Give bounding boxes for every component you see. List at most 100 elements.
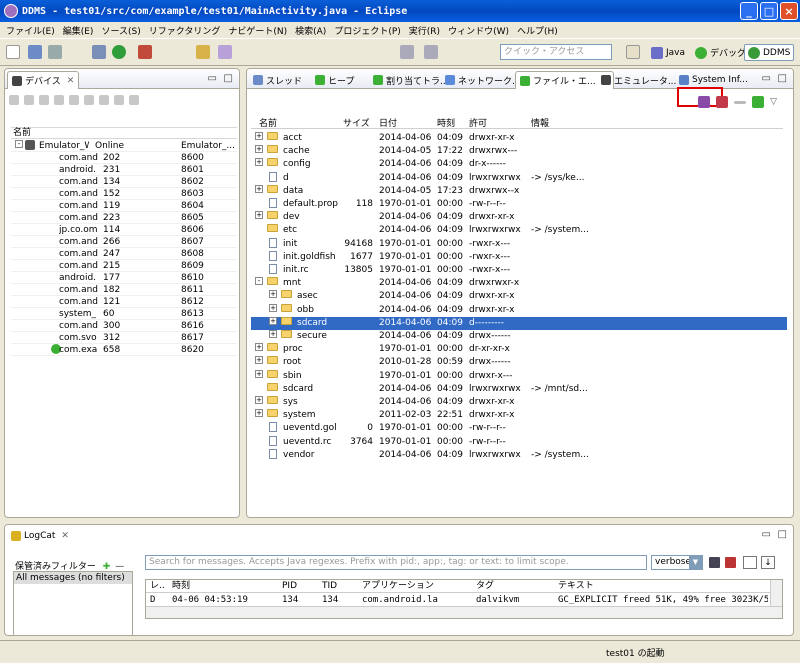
process-row[interactable]: jp.co.om 114 8606: [11, 224, 237, 236]
folder-row[interactable]: + sdcard 2014-04-06 04:09 d---------: [251, 316, 787, 330]
cause-gc-icon[interactable]: [54, 95, 64, 105]
folder-row[interactable]: + proc 1970-01-01 00:00 dr-xr-xr-x: [251, 343, 787, 356]
logcat-row[interactable]: D 04-06 04:53:19 134 134 com.android.la …: [146, 594, 770, 606]
expand-icon[interactable]: +: [255, 369, 263, 378]
folder-row[interactable]: sdcard 2014-04-06 04:09 lrwxrwxrwx -> /mnt/s…: [251, 382, 787, 396]
column-header-info[interactable]: 情報: [531, 116, 549, 129]
dump-hprof-icon[interactable]: [39, 95, 49, 105]
column-header-application[interactable]: アプリケーション: [362, 580, 434, 592]
maximize-panel-icon[interactable]: □: [778, 73, 787, 84]
log-level-select[interactable]: verbose ▼: [651, 555, 703, 570]
process-row[interactable]: com.and 119 8604: [11, 200, 237, 212]
push-file-icon[interactable]: [716, 96, 729, 108]
close-button[interactable]: ×: [780, 2, 798, 20]
menu-item-7[interactable]: 実行(R): [405, 24, 444, 37]
pull-file-icon[interactable]: [698, 96, 711, 108]
process-row[interactable]: android. 177 8610: [11, 272, 237, 284]
minimize-panel-icon[interactable]: ▭: [208, 73, 217, 84]
expand-icon[interactable]: +: [269, 303, 277, 312]
menu-item-5[interactable]: 検索(A): [291, 24, 330, 37]
minimize-button[interactable]: _: [740, 2, 758, 20]
folder-row[interactable]: + system 2011-02-03 22:51 drwxr-xr-x: [251, 409, 787, 422]
debug-icon[interactable]: [92, 45, 106, 59]
process-row[interactable]: com.and 247 8608: [11, 248, 237, 260]
folder-row[interactable]: + config 2014-04-06 04:09 dr-x------: [251, 158, 787, 171]
column-header-text[interactable]: テキスト: [558, 580, 594, 592]
filter-all-messages[interactable]: All messages (no filters): [14, 572, 132, 584]
process-row[interactable]: com.svo 312 8617: [11, 332, 237, 344]
maximize-button[interactable]: □: [760, 2, 778, 20]
column-header-pid[interactable]: PID: [282, 580, 297, 592]
scroll-lock-icon[interactable]: ↓: [761, 556, 775, 569]
file-row[interactable]: init.rc 13805 1970-01-01 00:00 -rwxr-x---: [251, 264, 787, 277]
folder-row[interactable]: - mnt 2014-04-06 04:09 drwxrwxr-x: [251, 277, 787, 290]
tab-3[interactable]: ネットワーク...: [441, 71, 525, 89]
file-row[interactable]: init 94168 1970-01-01 00:00 -rwxr-x---: [251, 237, 787, 251]
tab-1[interactable]: ヒープ: [311, 71, 358, 89]
device-row[interactable]: - Emulator_W Online Emulator_...: [11, 140, 237, 152]
process-row[interactable]: com.and 300 8616: [11, 320, 237, 332]
clear-log-icon[interactable]: [725, 557, 736, 568]
close-icon[interactable]: ✕: [67, 76, 75, 86]
delete-icon[interactable]: [734, 100, 747, 104]
column-header-time[interactable]: 時刻: [172, 580, 190, 592]
menu-item-0[interactable]: ファイル(E): [2, 24, 59, 37]
toggle-filter-panel-icon[interactable]: [743, 556, 757, 569]
back-icon[interactable]: [400, 45, 414, 59]
expand-icon[interactable]: +: [269, 316, 277, 325]
expand-icon[interactable]: +: [255, 396, 263, 404]
process-row[interactable]: com.exa 658 8620: [11, 344, 237, 356]
logcat-horizontal-scrollbar[interactable]: [146, 606, 782, 618]
folder-row[interactable]: + root 2010-01-28 00:59 drwx------: [251, 356, 787, 369]
process-row[interactable]: com.and 121 8612: [11, 296, 237, 308]
stop-process-icon[interactable]: [99, 95, 109, 105]
close-icon[interactable]: ✕: [61, 531, 69, 541]
column-header-tag[interactable]: タグ: [476, 580, 494, 592]
maximize-panel-icon[interactable]: □: [778, 529, 787, 540]
column-header-size[interactable]: サイズ: [343, 116, 370, 129]
tab-devices[interactable]: デバイス ✕: [7, 71, 80, 89]
perspective-ddms[interactable]: DDMS: [744, 44, 795, 61]
folder-row[interactable]: + sys 2014-04-06 04:09 drwxr-xr-x: [251, 396, 787, 409]
expand-icon[interactable]: +: [255, 409, 263, 418]
process-row[interactable]: com.and 266 8607: [11, 236, 237, 248]
collapse-icon[interactable]: -: [15, 140, 23, 148]
menu-item-8[interactable]: ウィンドウ(W): [444, 24, 513, 37]
process-row[interactable]: com.and 134 8602: [11, 176, 237, 188]
tab-logcat[interactable]: LogCat ✕: [7, 527, 73, 545]
folder-row[interactable]: + sbin 1970-01-01 00:00 drwxr-x---: [251, 369, 787, 383]
process-row[interactable]: android. 231 8601: [11, 164, 237, 176]
logcat-vertical-scrollbar[interactable]: [770, 580, 782, 608]
perspective-java[interactable]: Java: [648, 44, 688, 61]
menu-item-3[interactable]: リファクタリング: [145, 24, 225, 37]
update-threads-icon[interactable]: [69, 95, 79, 105]
expand-icon[interactable]: +: [255, 158, 263, 167]
column-header-name[interactable]: 名前: [259, 116, 277, 129]
menu-item-9[interactable]: ヘルプ(H): [513, 24, 562, 37]
process-row[interactable]: com.and 202 8600: [11, 152, 237, 164]
update-heap-icon[interactable]: [24, 95, 34, 105]
print-icon[interactable]: [48, 45, 62, 59]
process-row[interactable]: com.and 223 8605: [11, 212, 237, 224]
folder-row[interactable]: etc 2014-04-06 04:09 lrwxrwxrwx -> /system..…: [251, 224, 787, 237]
start-profiling-icon[interactable]: [84, 95, 94, 105]
process-row[interactable]: com.and 152 8603: [11, 188, 237, 200]
debug-process-icon[interactable]: [9, 95, 19, 105]
process-row[interactable]: system_ 60 8613: [11, 308, 237, 320]
tab-0[interactable]: スレッド: [249, 71, 306, 89]
collapse-icon[interactable]: -: [255, 277, 263, 286]
folder-row[interactable]: + secure 2014-04-06 04:09 drwx------: [251, 330, 787, 343]
folder-row[interactable]: + asec 2014-04-06 04:09 drwxr-xr-x: [251, 290, 787, 303]
file-row[interactable]: default.prop 118 1970-01-01 00:00 -rw-r--r--: [251, 198, 787, 211]
column-header-time[interactable]: 時刻: [437, 116, 455, 129]
column-header-level[interactable]: レ..: [150, 580, 165, 592]
menu-item-6[interactable]: プロジェクト(P): [330, 24, 404, 37]
expand-icon[interactable]: +: [255, 132, 263, 140]
expand-icon[interactable]: +: [255, 343, 263, 352]
new-project-icon[interactable]: [196, 45, 210, 59]
expand-icon[interactable]: +: [255, 145, 263, 154]
save-icon[interactable]: [28, 45, 42, 59]
menu-item-1[interactable]: 編集(E): [59, 24, 98, 37]
file-row[interactable]: ueventd.rc 3764 1970-01-01 00:00 -rw-r--r--: [251, 435, 787, 449]
reset-adb-icon[interactable]: [129, 95, 139, 105]
